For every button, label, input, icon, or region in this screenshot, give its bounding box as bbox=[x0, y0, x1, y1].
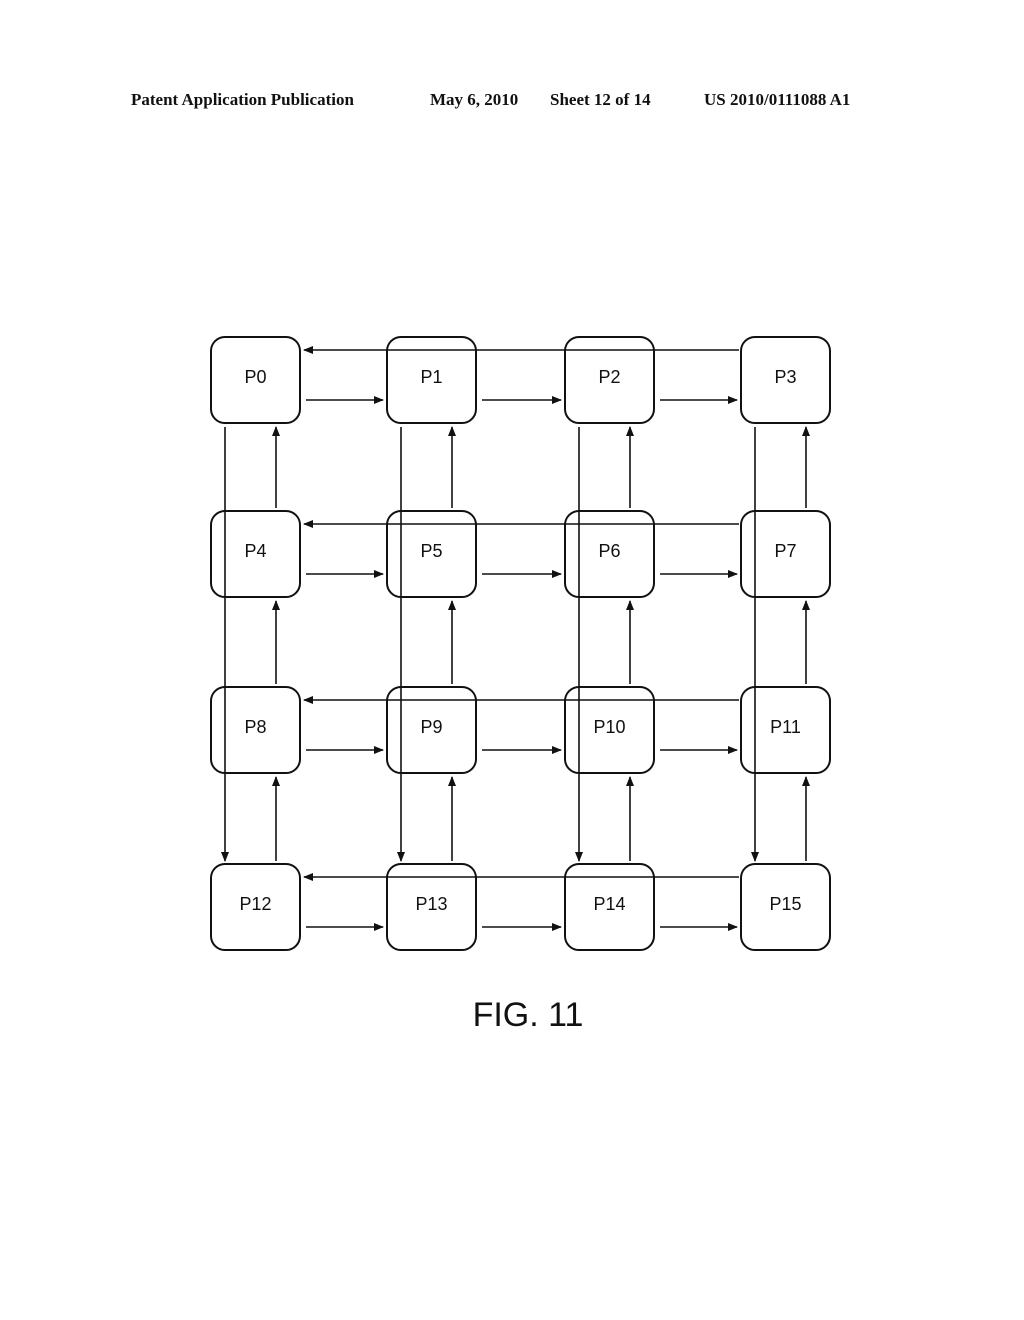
node-label: P5 bbox=[420, 541, 442, 561]
node-label: P11 bbox=[770, 717, 801, 737]
node-label: P13 bbox=[415, 894, 447, 914]
node-label: P7 bbox=[774, 541, 796, 561]
node-label: P14 bbox=[593, 894, 625, 914]
node-label: P10 bbox=[593, 717, 625, 737]
node-label: P15 bbox=[769, 894, 801, 914]
node-label: P12 bbox=[239, 894, 271, 914]
node-p12: P12 bbox=[210, 863, 301, 951]
node-label: P6 bbox=[598, 541, 620, 561]
node-p0: P0 bbox=[210, 336, 301, 424]
node-label: P1 bbox=[420, 367, 442, 387]
node-label: P3 bbox=[774, 367, 796, 387]
node-label: P9 bbox=[420, 717, 442, 737]
processor-mesh-diagram: P0 P1 P2 P3 P4 P5 P6 P7 P8 P9 P10 P11 P12 P13 P14 P15 bbox=[210, 336, 831, 951]
node-label: P4 bbox=[244, 541, 266, 561]
node-p3: P3 bbox=[740, 336, 831, 424]
figure-caption: FIG. 11 bbox=[472, 996, 584, 1034]
node-label: P2 bbox=[598, 367, 620, 387]
node-p15: P15 bbox=[740, 863, 831, 951]
node-label: P0 bbox=[244, 367, 266, 387]
node-label: P8 bbox=[244, 717, 266, 737]
